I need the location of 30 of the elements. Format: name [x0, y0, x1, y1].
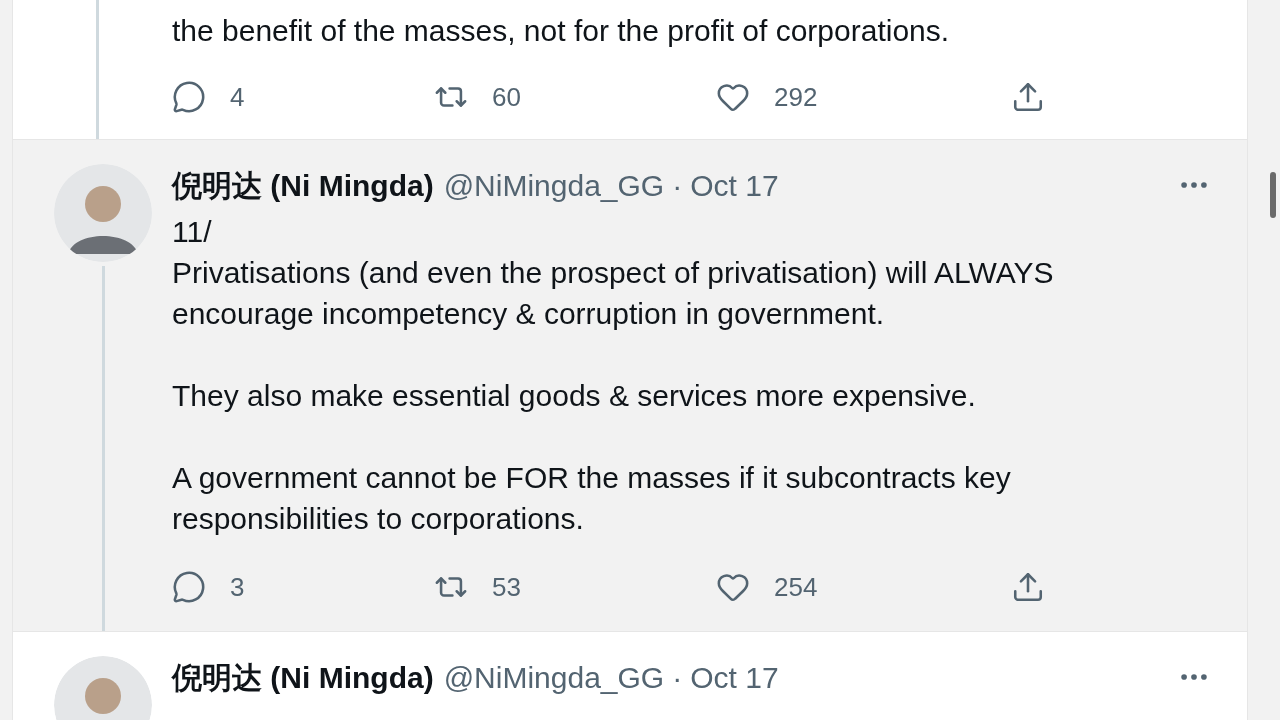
avatar[interactable]: [54, 164, 152, 262]
author-handle[interactable]: @NiMingda_GG: [443, 654, 665, 700]
scrollbar-thumb[interactable]: [1270, 172, 1276, 218]
share-icon: [1011, 570, 1045, 604]
retweet-count: 53: [492, 570, 521, 604]
reply-button[interactable]: [172, 80, 206, 114]
like-count: 292: [774, 80, 818, 114]
separator-dot: ·: [672, 167, 683, 204]
share-button[interactable]: [1011, 80, 1045, 114]
separator-dot: ·: [672, 659, 683, 696]
tweet-text: the benefit of the masses, not for the profit of corporations.: [172, 13, 951, 49]
retweet-count: 60: [492, 80, 521, 114]
author-name[interactable]: 倪明达 (Ni Mingda): [172, 162, 434, 208]
author-name[interactable]: 倪明达 (Ni Mingda): [172, 654, 434, 700]
tweet-date[interactable]: Oct 17: [690, 654, 779, 700]
reply-count: 3: [230, 570, 245, 604]
tweet-card[interactable]: 倪明达 (Ni Mingda) @NiMingda_GG · Oct 17: [13, 632, 1247, 720]
tweet-text: They also make essential goods & services more expensive.: [172, 378, 977, 414]
author-handle[interactable]: @NiMingda_GG: [443, 162, 665, 208]
reply-button[interactable]: [172, 570, 206, 604]
reply-count: 4: [230, 80, 245, 114]
reply-icon: [172, 80, 206, 114]
tweet-card[interactable]: the benefit of the masses, not for the profit of corporations. 4 60 292: [13, 0, 1247, 140]
tweet-date[interactable]: Oct 17: [690, 162, 779, 208]
reply-icon: [172, 570, 206, 604]
share-icon: [1011, 80, 1045, 114]
like-count: 254: [774, 570, 818, 604]
tweet-text: A government cannot be FOR the masses if it subcontracts key responsibilities to corporations.: [172, 460, 1012, 537]
tweet-text: 11/ Privatisations (and even the prospect of privatisation) will ALWAYS encourage incompetency & corruption in government.: [172, 214, 1055, 332]
share-button[interactable]: [1011, 570, 1045, 604]
